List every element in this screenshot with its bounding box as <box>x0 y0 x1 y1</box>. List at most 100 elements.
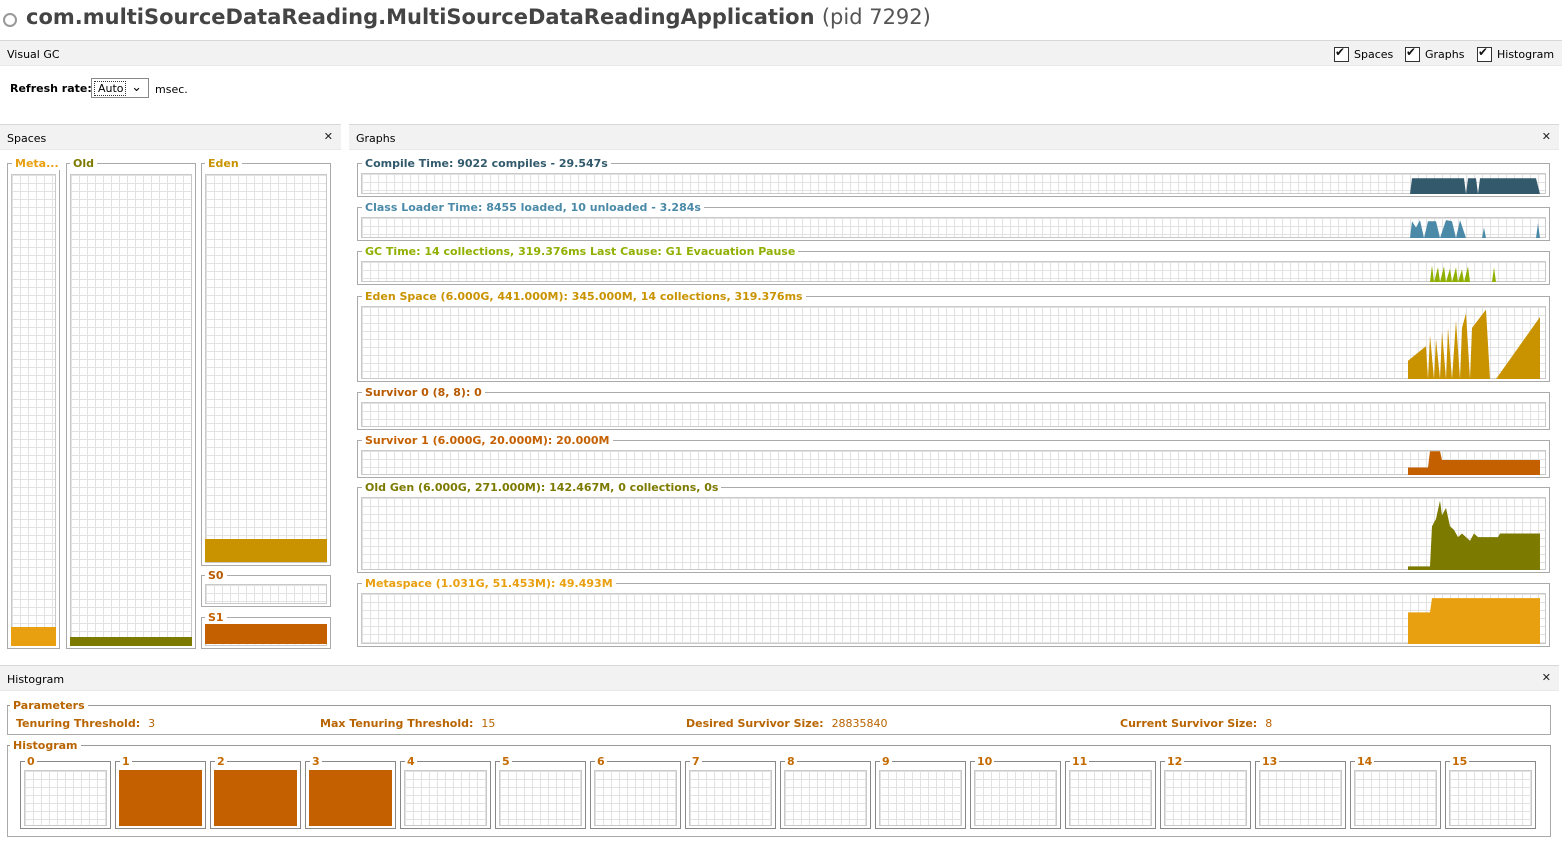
s0-space-label: S0 <box>205 569 227 582</box>
compile-time-graph-plot <box>1410 178 1540 194</box>
survivor-0-graph-label: Survivor 0 (8, 8): 0 <box>362 386 485 399</box>
tenuring-threshold: Tenuring Threshold: 3 <box>16 717 155 730</box>
histogram-checkbox-label: Histogram <box>1497 48 1555 61</box>
histogram-bin <box>210 761 301 829</box>
histogram-bin-label: 5 <box>500 755 512 768</box>
desired-survivor-size: Desired Survivor Size: 28835840 <box>686 717 888 730</box>
gc-time-graph-plot <box>1430 265 1496 282</box>
eden-space-box <box>201 163 331 566</box>
desired-survivor-size-value: 28835840 <box>831 717 888 730</box>
histogram-bin-grid <box>974 770 1057 826</box>
gc-time-graph-label: GC Time: 14 collections, 319.376ms Last … <box>362 245 799 258</box>
max-tenuring-threshold-value: 15 <box>481 717 496 730</box>
s0-space-grid <box>205 584 327 604</box>
s1-space-fill <box>205 624 327 644</box>
graphs-checkbox[interactable]: Graphs <box>1405 45 1465 62</box>
old-space-box <box>66 163 196 649</box>
compile-time-graph-area <box>1410 178 1540 194</box>
old-gen-graph-label: Old Gen (6.000G, 271.000M): 142.467M, 0 … <box>362 481 722 494</box>
histogram-bin-grid <box>1449 770 1532 826</box>
desired-survivor-size-label: Desired Survivor Size: <box>686 717 824 730</box>
close-icon[interactable]: ✕ <box>324 130 333 143</box>
metaspace-graph <box>357 583 1550 647</box>
metaspace-graph-plot <box>1408 598 1540 644</box>
histogram-bin-grid <box>1259 770 1342 826</box>
histogram-section-title: Histogram <box>10 739 81 752</box>
eden-space-graph-label: Eden Space (6.000G, 441.000M): 345.000M,… <box>362 290 806 303</box>
app-title: com.multiSourceDataReading.MultiSourceDa… <box>26 5 931 29</box>
histogram-bin-label: 2 <box>215 755 227 768</box>
current-survivor-size-value: 8 <box>1265 717 1273 730</box>
histogram-bin-grid <box>1354 770 1437 826</box>
old-gen-graph-plot <box>1408 500 1540 570</box>
histogram-panel-header: Histogram ✕ <box>0 665 1559 691</box>
gc-time-graph-area <box>1430 265 1496 282</box>
close-icon[interactable]: ✕ <box>1542 671 1551 684</box>
eden-space-graph-area <box>1408 309 1540 379</box>
max-tenuring-threshold-label: Max Tenuring Threshold: <box>320 717 474 730</box>
graphs-panel-title: Graphs <box>356 132 396 145</box>
histogram-divider <box>7 745 1551 746</box>
tenuring-threshold-value: 3 <box>148 717 156 730</box>
survivor-0-graph <box>357 392 1550 430</box>
histogram-bin-fill <box>309 770 392 826</box>
histogram-bin <box>970 761 1061 829</box>
eden-space-fill <box>205 539 327 562</box>
status-ring-icon <box>3 13 17 27</box>
eden-space-grid <box>205 174 327 563</box>
close-icon[interactable]: ✕ <box>1542 130 1551 143</box>
histogram-bin-label: 6 <box>595 755 607 768</box>
checkbox-icon[interactable] <box>1477 45 1492 62</box>
histogram-bin <box>1445 761 1536 829</box>
histogram-bin <box>875 761 966 829</box>
histogram-bin-label: 0 <box>25 755 37 768</box>
histogram-bin-label: 11 <box>1070 755 1090 768</box>
histogram-bin-label: 8 <box>785 755 797 768</box>
histogram-bin-grid <box>1164 770 1247 826</box>
histogram-bin-label: 7 <box>690 755 702 768</box>
max-tenuring-threshold: Max Tenuring Threshold: 15 <box>320 717 495 730</box>
old-gen-graph-area <box>1408 500 1540 570</box>
checkbox-icon[interactable] <box>1405 45 1420 62</box>
class-loader-time-graph-area <box>1410 220 1540 238</box>
histogram-bin <box>495 761 586 829</box>
survivor-1-graph-area <box>1408 451 1540 475</box>
refresh-rate-value: Auto <box>94 81 126 96</box>
old-gen-graph <box>357 487 1550 573</box>
histogram-bin-label: 13 <box>1260 755 1280 768</box>
spaces-checkbox[interactable]: Spaces <box>1334 45 1394 62</box>
chevron-down-icon[interactable]: ⌄ <box>131 80 142 95</box>
survivor-1-graph-label: Survivor 1 (6.000G, 20.000M): 20.000M <box>362 434 613 447</box>
refresh-rate-label: Refresh rate: <box>10 82 92 95</box>
meta-space-fill <box>11 627 56 646</box>
histogram-bin <box>1160 761 1251 829</box>
old-space-fill <box>70 637 192 646</box>
histogram-bin-label: 12 <box>1165 755 1185 768</box>
histogram-checkbox[interactable]: Histogram <box>1477 45 1555 62</box>
class-loader-time-graph-plot <box>1410 220 1540 238</box>
histogram-bin-label: 10 <box>975 755 995 768</box>
spaces-panel-header: Spaces ✕ <box>0 124 341 150</box>
histogram-bin-grid <box>24 770 107 826</box>
app-name: com.multiSourceDataReading.MultiSourceDa… <box>26 5 815 29</box>
graphs-checkbox-label: Graphs <box>1425 48 1465 61</box>
histogram-bin-grid <box>689 770 772 826</box>
parameters-title: Parameters <box>10 699 88 712</box>
spaces-panel-title: Spaces <box>7 132 47 145</box>
histogram-bin-grid <box>404 770 487 826</box>
window-title-bar: com.multiSourceDataReading.MultiSourceDa… <box>0 0 1562 40</box>
s1-space-label: S1 <box>205 611 227 624</box>
refresh-rate-select[interactable]: Auto ⌄ <box>91 78 149 98</box>
class-loader-time-graph-label: Class Loader Time: 8455 loaded, 10 unloa… <box>362 201 704 214</box>
meta-space-grid <box>11 174 56 646</box>
current-survivor-size-label: Current Survivor Size: <box>1120 717 1258 730</box>
histogram-bin-label: 4 <box>405 755 417 768</box>
histogram-bin <box>400 761 491 829</box>
histogram-bin <box>1255 761 1346 829</box>
checkbox-icon[interactable] <box>1334 45 1349 62</box>
histogram-bin <box>20 761 111 829</box>
spaces-checkbox-label: Spaces <box>1354 48 1394 61</box>
compile-time-graph-label: Compile Time: 9022 compiles - 29.547s <box>362 157 611 170</box>
current-survivor-size: Current Survivor Size: 8 <box>1120 717 1272 730</box>
metaspace-graph-area <box>1408 598 1540 644</box>
